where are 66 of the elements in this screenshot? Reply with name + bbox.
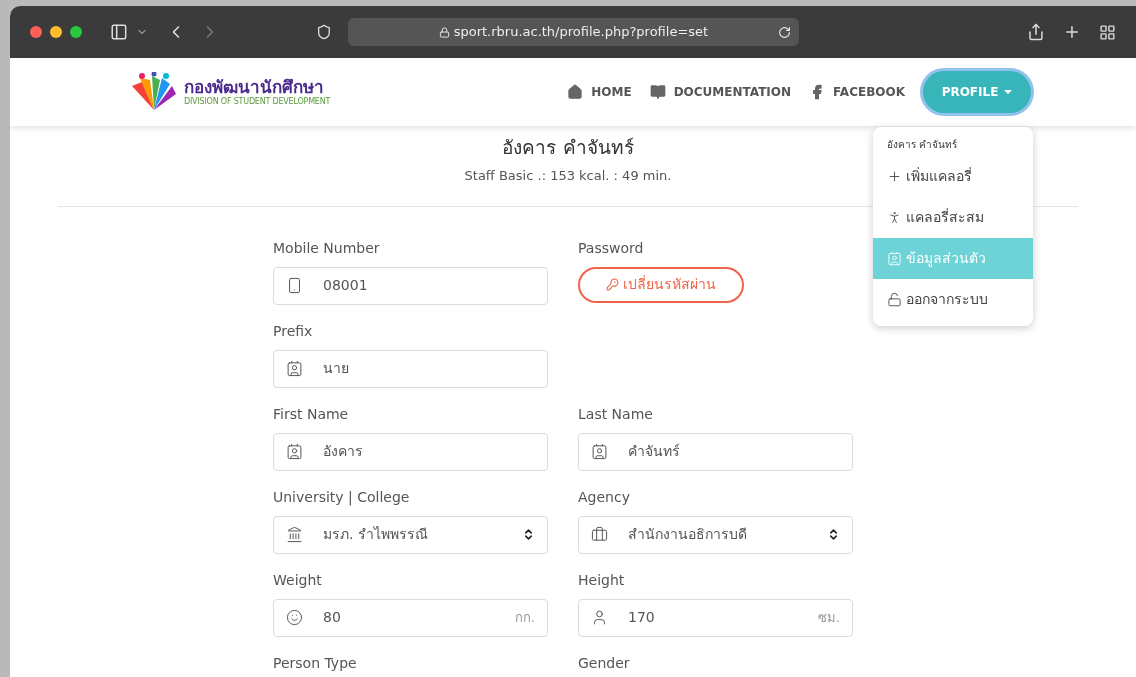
field-label: Weight — [273, 570, 323, 589]
field-label: Height — [578, 570, 626, 589]
field-value: 80 — [323, 608, 342, 627]
address-bar[interactable]: sport.rbru.ac.th/profile.php?profile=set — [347, 18, 800, 46]
plus-icon — [887, 169, 902, 184]
field-label: Last Name — [578, 404, 654, 423]
smile-icon — [286, 609, 303, 626]
unit-label: กก. — [514, 608, 535, 627]
nav-link[interactable]: FACEBOOK — [809, 83, 905, 101]
home-icon — [567, 84, 584, 100]
id-card-icon — [286, 443, 303, 460]
menu-header: อังคาร คำจันทร์ — [886, 138, 959, 152]
input-field[interactable]: 80 กก. — [273, 598, 548, 637]
input-field[interactable]: 170 ซม. — [578, 598, 853, 637]
logo-subtitle: DIVISION OF STUDENT DEVELOPMENT — [184, 97, 331, 107]
field-value: สำนักงานอธิการบดี — [628, 525, 748, 544]
field-value: มรภ. รำไพพรรณี — [323, 525, 429, 544]
id-card-icon — [591, 443, 608, 460]
tabs-overview-icon[interactable] — [1099, 23, 1116, 41]
field-label: University | College — [273, 487, 411, 506]
field-label: Password — [578, 238, 645, 257]
field-value: 170 — [628, 608, 656, 627]
menu-item[interactable]: ออกจากระบบ — [873, 279, 1033, 320]
book-icon — [649, 84, 666, 100]
profile-name: อังคาร คำจันทร์ — [502, 135, 634, 160]
reload-icon[interactable] — [778, 25, 792, 39]
field-value: นาย — [323, 359, 350, 378]
logo-icon — [130, 72, 178, 112]
bank-icon — [286, 526, 303, 543]
field-label: Mobile Number — [273, 238, 381, 257]
input-field[interactable]: 08001 — [273, 266, 548, 305]
select-arrows-icon — [827, 528, 840, 541]
lock-icon — [438, 26, 450, 38]
menu-item[interactable]: แคลอรี่สะสม — [873, 197, 1033, 238]
select-field[interactable]: มรภ. รำไพพรรณี — [273, 515, 548, 554]
id-card-icon — [887, 251, 902, 266]
user-icon — [591, 609, 608, 626]
input-field[interactable]: นาย — [273, 349, 548, 388]
url-text: sport.rbru.ac.th/profile.php?profile=set — [453, 23, 709, 42]
field-value: คำจันทร์ — [628, 442, 681, 461]
profile-summary: Staff Basic .: 153 kcal. : 49 min. — [464, 167, 672, 185]
nav-link[interactable]: HOME — [567, 83, 632, 101]
input-field[interactable]: คำจันทร์ — [578, 432, 853, 471]
menu-item[interactable]: เพิ่มแคลอรี่ — [873, 156, 1033, 197]
unit-label: ซม. — [817, 608, 840, 627]
field-label: First Name — [273, 404, 350, 423]
phone-icon — [286, 277, 303, 294]
unlock-icon — [887, 292, 902, 307]
share-icon[interactable] — [1027, 23, 1046, 41]
briefcase-icon — [591, 526, 608, 543]
select-field[interactable]: สำนักงานอธิการบดี — [578, 515, 853, 554]
sidebar-icon[interactable] — [110, 23, 128, 41]
id-card-icon — [286, 360, 303, 377]
shield-icon[interactable] — [315, 24, 332, 40]
field-label: Agency — [578, 487, 631, 506]
field-value: 08001 — [323, 276, 369, 295]
field-value: อังคาร — [323, 442, 364, 461]
logo-title: กองพัฒนานักศึกษา — [184, 77, 325, 97]
field-label: Gender — [578, 653, 631, 672]
field-label: Prefix — [273, 321, 314, 340]
input-field[interactable]: อังคาร — [273, 432, 548, 471]
caret-icon — [1004, 90, 1013, 94]
field-label: Person Type — [273, 653, 358, 672]
select-arrows-icon — [522, 528, 535, 541]
key-icon — [606, 278, 619, 291]
nav-link[interactable]: DOCUMENTATION — [649, 83, 792, 101]
